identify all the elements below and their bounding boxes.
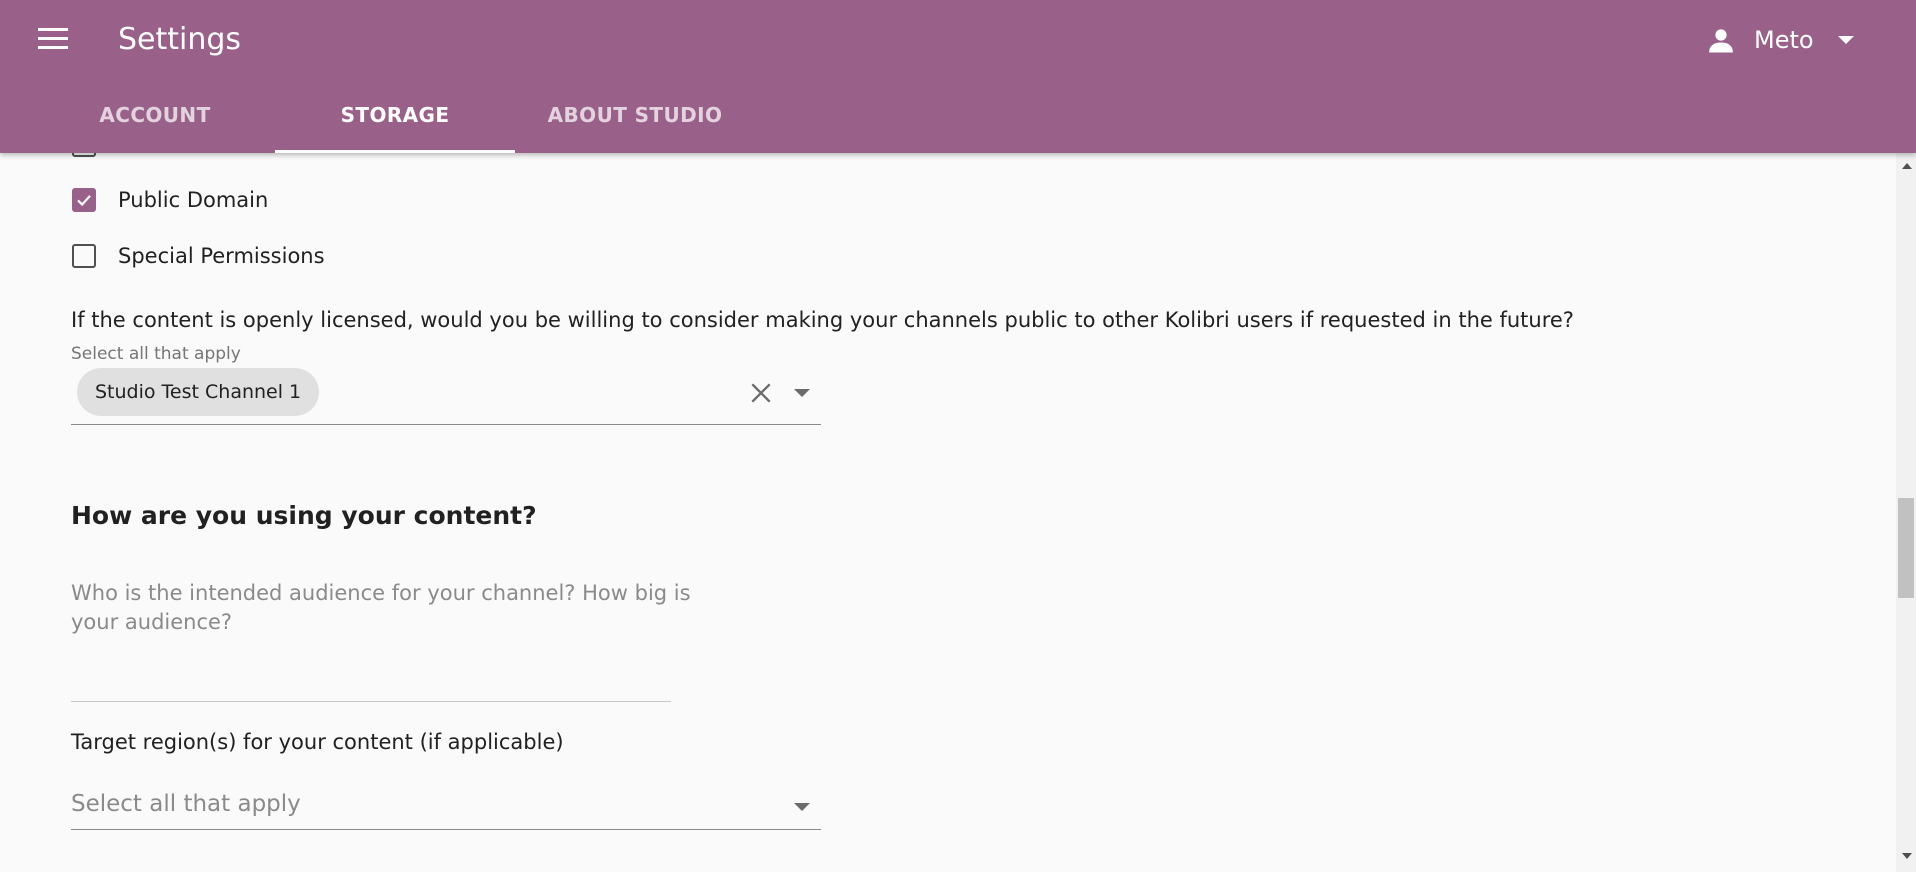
tab-storage[interactable]: STORAGE xyxy=(275,92,515,153)
public-channels-question: If the content is openly licensed, would… xyxy=(71,308,1574,332)
audience-textarea-underline xyxy=(71,701,671,702)
person-icon xyxy=(1709,29,1733,53)
chevron-down-icon[interactable] xyxy=(794,389,810,397)
scroll-down-icon[interactable] xyxy=(1902,853,1912,859)
special-permissions-checkbox[interactable] xyxy=(72,244,96,268)
license-checkbox-row-hidden xyxy=(72,153,118,160)
target-region-select[interactable]: Select all that apply xyxy=(71,783,821,830)
tab-storage-label: STORAGE xyxy=(340,102,450,127)
chevron-down-icon xyxy=(1837,36,1854,44)
public-domain-label: Public Domain xyxy=(118,188,269,212)
menu-icon[interactable] xyxy=(38,28,68,50)
section-heading-usage: How are you using your content? xyxy=(71,501,537,530)
audience-textarea[interactable]: Who is the intended audience for your ch… xyxy=(71,579,711,637)
select-hint: Select all that apply xyxy=(71,344,241,364)
target-region-label: Target region(s) for your content (if ap… xyxy=(71,730,564,754)
tab-about-studio[interactable]: ABOUT STUDIO xyxy=(515,92,755,153)
close-icon[interactable] xyxy=(748,380,774,406)
check-icon xyxy=(77,195,91,207)
scroll-thumb[interactable] xyxy=(1898,498,1914,598)
license-checkbox-row-public-domain[interactable]: Public Domain xyxy=(72,185,268,215)
channels-multiselect[interactable]: Studio Test Channel 1 xyxy=(71,368,821,425)
settings-tabs: ACCOUNT STORAGE ABOUT STUDIO xyxy=(35,92,755,153)
special-permissions-label: Special Permissions xyxy=(118,244,325,268)
license-checkbox-row-special-permissions[interactable]: Special Permissions xyxy=(72,241,325,271)
app-header: Settings Meto ACCOUNT STORAGE ABOUT STUD… xyxy=(0,0,1916,153)
target-region-placeholder: Select all that apply xyxy=(71,791,301,817)
user-name: Meto xyxy=(1754,26,1814,54)
chevron-down-icon[interactable] xyxy=(794,803,810,811)
scroll-up-icon[interactable] xyxy=(1902,163,1912,169)
tab-account[interactable]: ACCOUNT xyxy=(35,92,275,153)
tab-about-studio-label: ABOUT STUDIO xyxy=(547,102,723,127)
storage-request-form: Public Domain Special Permissions If the… xyxy=(0,153,1896,872)
public-domain-checkbox[interactable] xyxy=(72,188,96,212)
tab-account-label: ACCOUNT xyxy=(99,102,211,127)
page-title: Settings xyxy=(118,22,242,57)
user-menu-button[interactable]: Meto xyxy=(1706,20,1854,60)
license-checkbox[interactable] xyxy=(72,153,96,157)
scrollbar[interactable] xyxy=(1896,153,1916,872)
selected-channel-chip-label: Studio Test Channel 1 xyxy=(95,381,302,403)
selected-channel-chip[interactable]: Studio Test Channel 1 xyxy=(77,368,320,416)
